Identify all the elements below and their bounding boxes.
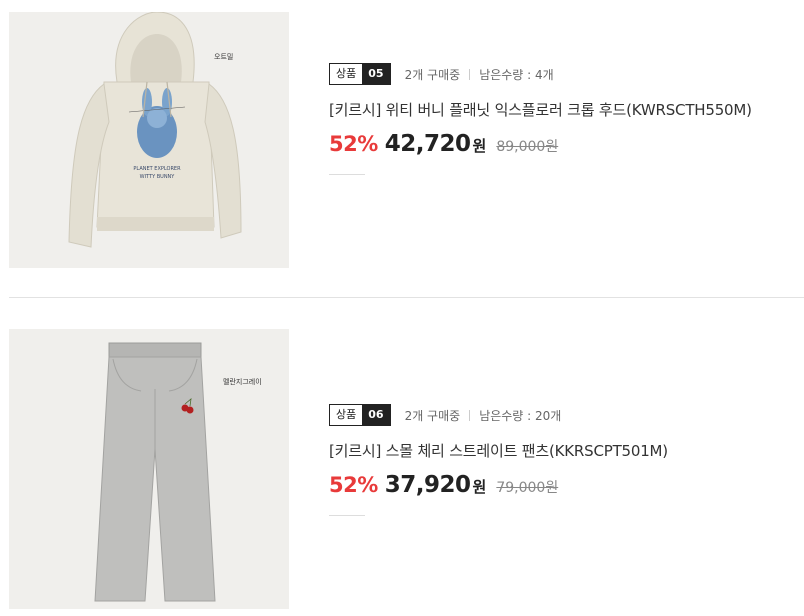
meta-divider xyxy=(469,409,471,421)
product-image[interactable]: PLANET EXPLORER WITTY BUNNY 오트밀 xyxy=(9,12,289,268)
item-divider xyxy=(9,297,804,298)
svg-text:WITTY BUNNY: WITTY BUNNY xyxy=(140,174,176,180)
product-meta: 상품 06 2개 구매중 남은수량 : 20개 xyxy=(329,403,668,427)
product-info: 상품 05 2개 구매중 남은수량 : 4개 [키르시] 위티 버니 플래닛 익… xyxy=(329,62,752,175)
sale-price: 37,920 xyxy=(384,472,471,498)
price-row: 52% 37,920 원 79,000원 xyxy=(329,472,668,498)
buyers-count: 2개 구매중 xyxy=(404,408,461,423)
badge-number: 05 xyxy=(362,64,390,84)
product-meta: 상품 05 2개 구매중 남은수량 : 4개 xyxy=(329,62,752,86)
product-image[interactable]: 멜란지그레이 xyxy=(9,329,289,609)
color-tag: 오트밀 xyxy=(214,53,234,61)
product-title[interactable]: [키르시] 스몰 체리 스트레이트 팬츠(KKRSCPT501M) xyxy=(329,440,668,461)
short-divider xyxy=(329,174,365,175)
stock-remaining: 남은수량 : 20개 xyxy=(479,408,562,423)
svg-text:PLANET EXPLORER: PLANET EXPLORER xyxy=(133,166,181,172)
buyers-count: 2개 구매중 xyxy=(404,67,461,82)
stock-remaining: 남은수량 : 4개 xyxy=(479,67,554,82)
sale-price: 42,720 xyxy=(384,131,471,157)
product-badge: 상품 05 xyxy=(329,63,391,85)
original-price: 89,000원 xyxy=(496,139,559,155)
badge-number: 06 xyxy=(362,405,390,425)
discount-rate: 52% xyxy=(329,473,378,497)
product-info: 상품 06 2개 구매중 남은수량 : 20개 [키르시] 스몰 체리 스트레이… xyxy=(329,403,668,516)
color-tag: 멜란지그레이 xyxy=(223,378,262,386)
original-price: 79,000원 xyxy=(496,480,559,496)
short-divider xyxy=(329,515,365,516)
product-badge: 상품 06 xyxy=(329,404,391,426)
badge-label: 상품 xyxy=(330,64,363,84)
product-title[interactable]: [키르시] 위티 버니 플래닛 익스플로러 크롭 후드(KWRSCTH550M) xyxy=(329,99,752,120)
badge-label: 상품 xyxy=(330,405,363,425)
price-row: 52% 42,720 원 89,000원 xyxy=(329,131,752,157)
meta-divider xyxy=(469,68,471,80)
discount-rate: 52% xyxy=(329,132,378,156)
price-unit: 원 xyxy=(472,478,487,496)
price-unit: 원 xyxy=(472,137,487,155)
